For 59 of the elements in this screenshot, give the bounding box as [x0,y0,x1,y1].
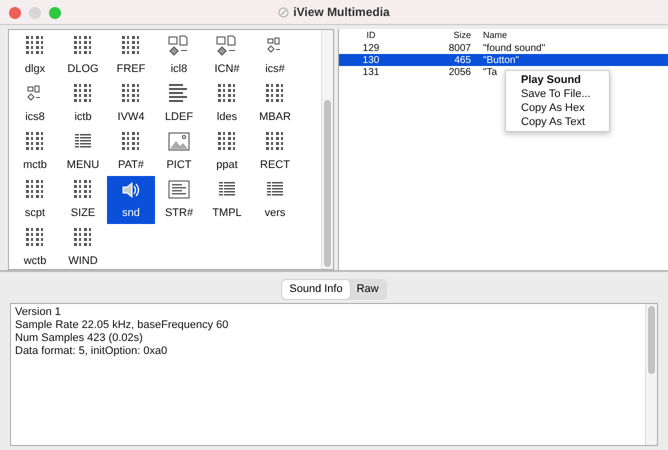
table-cell: "Button" [483,54,520,66]
text-document-icon [167,178,191,202]
table-cell: "found sound" [483,42,546,54]
table-cell: 8007 [448,42,471,54]
close-button[interactable] [9,7,21,19]
resource-type-item[interactable]: ppat [203,128,251,176]
resource-type-item[interactable]: DLOG [59,32,107,80]
scrollbar[interactable] [645,304,657,445]
zoom-button[interactable] [49,7,61,19]
resource-type-item[interactable]: dlgx [11,32,59,80]
table-cell: 129 [362,42,380,54]
resource-type-item[interactable]: STR# [155,176,203,224]
resource-type-item[interactable]: IVW4 [107,80,155,128]
resource-type-item[interactable]: TMPL [203,176,251,224]
text-line: Data format: 5, initOption: 0xa0 [15,344,168,358]
resource-type-item[interactable]: WIND [59,224,107,272]
tab[interactable]: Sound Info [282,280,350,298]
scrollbar[interactable] [321,30,333,269]
resource-type-item[interactable]: ictb [59,80,107,128]
app-icon [278,6,290,18]
table-cell: "Ta [483,66,498,78]
resource-type-item[interactable]: SIZE [59,176,107,224]
text-line: Sample Rate 22.05 kHz, baseFrequency 60 [15,318,230,332]
resource-type-item[interactable]: mctb [11,128,59,176]
window-title: iView Multimedia [293,4,390,21]
resource-type-item[interactable]: ics# [251,32,299,80]
resource-type-item[interactable]: scpt [11,176,59,224]
resource-type-item[interactable]: RECT [251,128,299,176]
column-header[interactable]: ID [339,29,403,42]
resource-type-item[interactable]: vers [251,176,299,224]
table-cell: 131 [362,66,380,78]
resource-type-item[interactable]: LDEF [155,80,203,128]
resource-type-item[interactable]: FREF [107,32,155,80]
resource-type-item[interactable]: MENU [59,128,107,176]
context-menu-option[interactable]: Copy As Text [506,115,609,129]
text-line: Version 1 [15,306,62,318]
context-menu-option[interactable]: Copy As Hex [506,101,609,115]
table-cell: 2056 [448,66,471,78]
table-row[interactable]: 130 465 "Button" [339,54,668,66]
context-menu-option[interactable]: Play Sound [506,73,609,87]
resource-type-item[interactable]: snd [107,176,155,224]
table-row[interactable]: 129 8007 "found sound" [339,42,668,54]
text-line: Num Samples 423 (0.02s) [15,332,144,344]
resource-type-item[interactable]: ICN# [203,32,251,80]
resource-type-item[interactable]: wctb [11,224,59,272]
resource-type-item[interactable]: MBAR [251,80,299,128]
table-cell: 130 [362,54,380,66]
table-cell: 465 [454,54,471,66]
minimize-button[interactable] [29,7,41,19]
resource-type-item[interactable]: PAT# [107,128,155,176]
tab[interactable]: Raw [350,280,386,298]
column-header[interactable]: Size [403,29,477,42]
context-menu-option[interactable]: Save To File... [506,87,609,101]
picture-icon [167,130,191,154]
resource-type-item[interactable]: ics8 [11,80,59,128]
resource-type-item[interactable]: icl8 [155,32,203,80]
column-header[interactable]: Name [477,29,668,42]
resource-type-item[interactable]: ldes [203,80,251,128]
resource-type-item[interactable]: PICT [155,128,203,176]
